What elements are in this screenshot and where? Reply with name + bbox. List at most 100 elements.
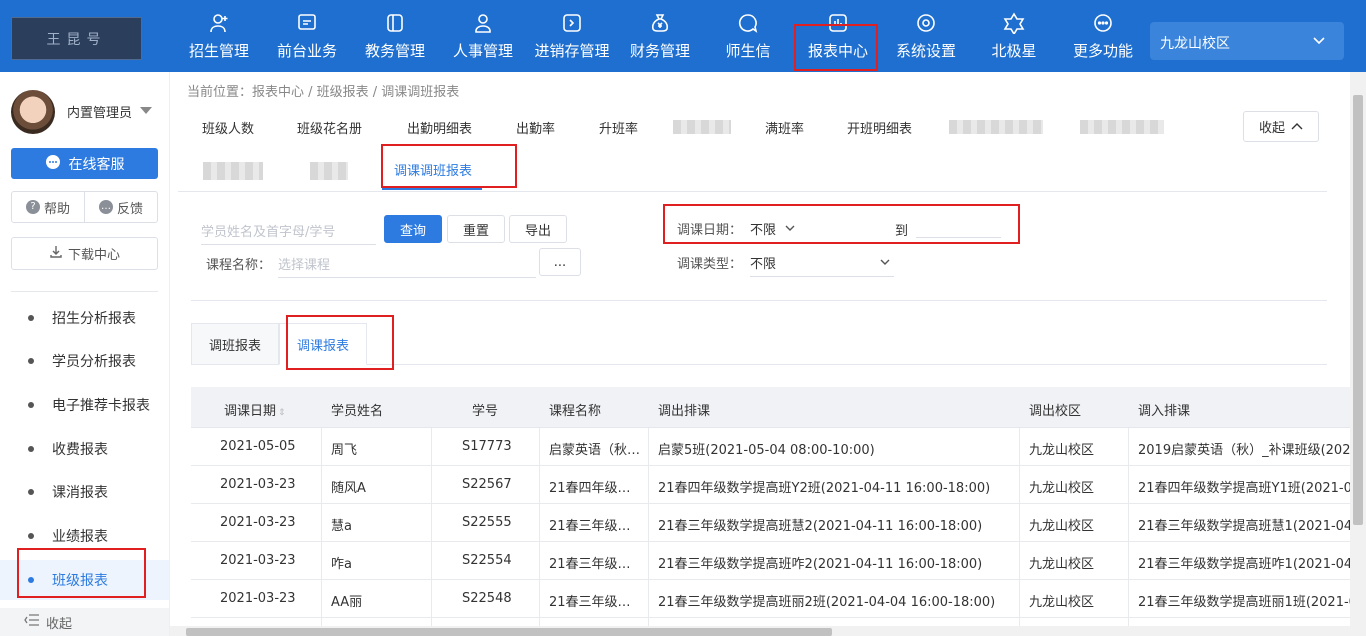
chat-bubble-icon [736, 11, 760, 35]
tab-class-opening-detail[interactable]: 开班明细表 [847, 118, 912, 137]
course-select-input[interactable]: 选择课程 [278, 254, 536, 278]
nav-label: 师生信 [725, 42, 771, 60]
export-button[interactable]: 导出 [509, 215, 567, 243]
transfer-date-end-input[interactable] [916, 219, 1001, 238]
tab-promotion-rate[interactable]: 升班率 [599, 118, 638, 137]
cell-in-schedule: 21春三年级数学提高班咋1(2021-04 [1138, 557, 1353, 572]
sidebar-item-enrollment-analysis[interactable]: 招生分析报表 [0, 298, 169, 338]
cell-out-campus: 九龙山校区 [1029, 557, 1095, 572]
blurred-tab[interactable] [1080, 120, 1164, 134]
table-row[interactable]: 2021-03-23 咋a S22554 21春三年级… 21春三年级数学提高班… [191, 542, 1366, 580]
user-name[interactable]: 内置管理员 [67, 102, 132, 121]
sidebar-item-consumption[interactable]: 课消报表 [0, 472, 169, 512]
chevron-down-icon [880, 255, 890, 270]
blurred-tab[interactable] [310, 162, 348, 180]
blurred-tab[interactable] [949, 120, 1043, 134]
blurred-tab[interactable] [673, 120, 731, 134]
table-row[interactable]: 2021-03-23 随风A S22567 21春四年级… 21春四年级数学提高… [191, 466, 1366, 504]
nav-enrollment[interactable]: 招生管理 [185, 0, 253, 72]
bullet-icon [28, 358, 34, 364]
horizontal-scrollbar-thumb[interactable] [186, 628, 832, 636]
tab-class-transfer-report[interactable]: 调班报表 [191, 323, 279, 365]
cell-student: AA丽 [331, 595, 363, 610]
campus-selector[interactable]: 九龙山校区 [1150, 22, 1344, 60]
top-navigation-bar: 王昆号 招生管理 前台业务 教务管理 人事管理 进销存管理 财务管理 师生信 报… [0, 0, 1366, 72]
online-service-button[interactable]: 在线客服 [11, 148, 158, 179]
sidebar-item-label: 课消报表 [52, 485, 108, 501]
sidebar-item-label: 收费报表 [52, 442, 108, 458]
sidebar-collapse-label: 收起 [46, 616, 73, 632]
table-row[interactable]: 2021-03-23 AA丽 S22548 21春三年级… 21春三年级数学提高… [191, 580, 1366, 618]
sidebar-item-class-report[interactable]: 班级报表 [0, 560, 169, 600]
cell-in-schedule: 21春四年级数学提高班Y1班(2021-0 [1138, 481, 1352, 496]
cell-date: 2021-03-23 [220, 591, 296, 606]
settings-icon [914, 11, 938, 35]
sidebar-item-performance[interactable]: 业绩报表 [0, 516, 169, 556]
sidebar-item-referral-card[interactable]: 电子推荐卡报表 [0, 385, 169, 425]
help-feedback-group: ? 帮助 … 反馈 [11, 191, 158, 223]
download-center-button[interactable]: 下载中心 [11, 237, 158, 270]
logo-text: 王昆号 [46, 31, 107, 48]
user-add-icon [207, 11, 231, 35]
cell-date: 2021-03-23 [220, 553, 296, 568]
nav-report-center[interactable]: 报表中心 [800, 0, 876, 72]
sort-icon[interactable]: ⇕ [278, 408, 286, 418]
nav-finance[interactable]: 财务管理 [626, 0, 694, 72]
student-search-input[interactable]: 学员姓名及首字母/学号 [201, 221, 376, 245]
cell-student: 咋a [331, 557, 352, 572]
cell-in-schedule: 21春三年级数学提高班慧1(2021-04 [1138, 519, 1353, 534]
bullet-icon [28, 446, 34, 452]
feedback-icon: … [98, 200, 113, 214]
tab-attendance-detail[interactable]: 出勤明细表 [407, 118, 472, 137]
course-picker-button[interactable]: ... [539, 248, 581, 276]
cell-student: 慧a [331, 519, 352, 534]
tab-class-roster[interactable]: 班级花名册 [297, 118, 362, 137]
sidebar-item-fees[interactable]: 收费报表 [0, 429, 169, 469]
nav-messages[interactable]: 师生信 [716, 0, 780, 72]
nav-academic[interactable]: 教务管理 [361, 0, 429, 72]
caret-down-icon[interactable] [140, 107, 152, 114]
nav-label: 财务管理 [629, 42, 690, 60]
table-row[interactable]: 2021-03-23 慧a S22555 21春三年级… 21春三年级数学提高班… [191, 504, 1366, 542]
breadcrumb: 当前位置：报表中心 / 班级报表 / 调课调班报表 [187, 85, 460, 100]
help-button[interactable]: ? 帮助 [12, 192, 85, 222]
tab-course-transfer-report[interactable]: 调课报表 [279, 323, 367, 365]
transfer-type-select[interactable]: 不限 [750, 253, 894, 277]
table-row[interactable]: 2021-05-05 周飞 S17773 启蒙英语（秋… 启蒙5班(2021-0… [191, 428, 1366, 466]
nav-system-settings[interactable]: 系统设置 [892, 0, 960, 72]
date-range-to-label: 到 [895, 224, 909, 239]
tab-attendance-rate[interactable]: 出勤率 [516, 118, 555, 137]
transfer-date-select[interactable]: 不限 [750, 219, 884, 243]
reset-button[interactable]: 重置 [447, 215, 505, 243]
column-header-date[interactable]: 调课日期 ⇕ [224, 400, 286, 419]
nav-hr[interactable]: 人事管理 [449, 0, 517, 72]
download-icon [49, 245, 63, 263]
tab-transfer-report[interactable]: 调课调班报表 [394, 160, 472, 179]
avatar[interactable] [11, 90, 55, 134]
blurred-tab[interactable] [203, 162, 263, 180]
column-header-course: 课程名称 [549, 404, 602, 419]
cell-in-schedule: 21春三年级数学提高班丽1班(2021-0 [1138, 595, 1357, 610]
vertical-scrollbar-thumb[interactable] [1353, 95, 1363, 525]
nav-polaris[interactable]: 北极星 [988, 0, 1040, 72]
logo[interactable]: 王昆号 [11, 17, 142, 60]
nav-front-desk[interactable]: 前台业务 [273, 0, 341, 72]
query-button[interactable]: 查询 [384, 215, 442, 243]
sidebar-item-label: 招生分析报表 [52, 311, 136, 327]
sidebar-item-student-analysis[interactable]: 学员分析报表 [0, 341, 169, 381]
tab-class-size[interactable]: 班级人数 [202, 118, 254, 137]
nav-more[interactable]: 更多功能 [1069, 0, 1137, 72]
cell-out-campus: 九龙山校区 [1029, 595, 1095, 610]
cell-out-schedule: 启蒙5班(2021-05-04 08:00-10:00) [658, 443, 875, 458]
cell-date: 2021-03-23 [220, 515, 296, 530]
cell-date: 2021-03-23 [220, 477, 296, 492]
collapse-tabs-button[interactable]: 收起 [1243, 111, 1319, 142]
nav-label: 报表中心 [807, 42, 868, 60]
nav-inventory[interactable]: 进销存管理 [530, 0, 614, 72]
tab-full-class-rate[interactable]: 满班率 [765, 118, 804, 137]
feedback-button[interactable]: … 反馈 [85, 192, 157, 222]
sidebar-collapse-button[interactable]: 收起 [0, 608, 169, 636]
main-content: 当前位置：报表中心 / 班级报表 / 调课调班报表 班级人数 班级花名册 出勤明… [170, 72, 1366, 636]
nav-label: 前台业务 [276, 42, 337, 60]
tabs-divider [178, 191, 1327, 192]
